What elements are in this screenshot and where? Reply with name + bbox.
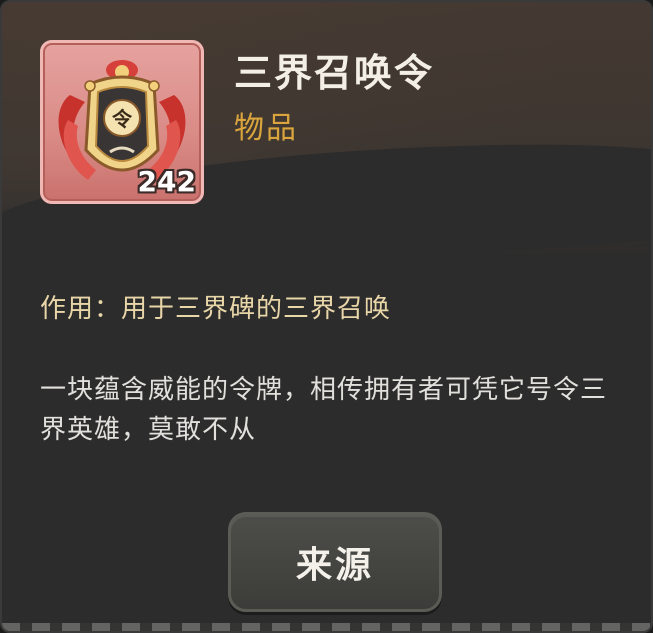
item-type: 物品 (234, 111, 298, 146)
item-description: 一块蕴含威能的令牌，相传拥有者可凭它号令三界英雄，莫敢不从 (40, 375, 608, 445)
bottom-border-decoration (2, 623, 651, 631)
item-usage: 作用：用于三界碑的三界召唤 (40, 294, 392, 324)
source-button[interactable]: 来源 (228, 512, 442, 612)
item-count: 242 (137, 165, 196, 198)
item-icon-frame: 令 242 (40, 40, 204, 204)
svg-text:令: 令 (112, 107, 133, 131)
item-tooltip-panel: 令 242 三界召唤令 物品 作用：用于三界碑的三界召唤 一块蕴含威能的令牌，相… (0, 0, 653, 633)
item-name: 三界召唤令 (234, 51, 435, 95)
source-button-label: 来源 (295, 545, 374, 586)
